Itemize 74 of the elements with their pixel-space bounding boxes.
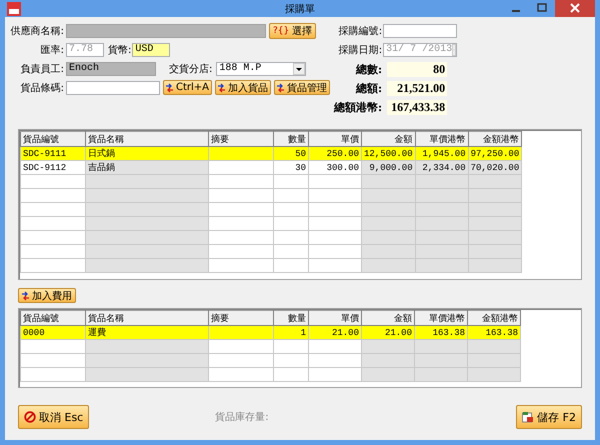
table-cell: 運費 xyxy=(86,326,208,340)
branch-label: 交貨分店: xyxy=(169,62,212,76)
column-header[interactable]: 金額港幣 xyxy=(468,310,520,326)
toolbar-button[interactable]: 貨品管理 xyxy=(274,80,330,95)
table-cell: SDC-9111 xyxy=(20,146,86,160)
barcode-field[interactable] xyxy=(66,80,160,94)
table-cell: 97,250.00 xyxy=(468,146,522,160)
table-cell: 21.00 xyxy=(308,326,362,340)
column-header[interactable]: 摘要 xyxy=(208,132,274,146)
column-header[interactable]: 單價港幣 xyxy=(414,310,468,326)
branch-dropdown[interactable]: 188 M.P xyxy=(216,62,306,76)
no-entry-icon xyxy=(24,411,36,423)
table-cell: SDC-9112 xyxy=(20,160,86,174)
po-number-field[interactable] xyxy=(383,24,458,38)
table-cell: 70,020.00 xyxy=(468,160,522,174)
staff-label: 負責員工: xyxy=(20,62,64,76)
table-cell: 吉品鍋 xyxy=(86,160,208,174)
stock-label: 貨品庫存量: xyxy=(215,410,270,424)
toolbar-button[interactable]: Ctrl+A xyxy=(163,80,212,95)
column-header[interactable]: 單價 xyxy=(308,310,362,326)
table-cell: 日式鍋 xyxy=(86,146,208,160)
total-value: 21,521.00 xyxy=(387,80,448,96)
arrows-icon xyxy=(277,82,286,92)
column-header[interactable]: 摘要 xyxy=(208,310,274,326)
column-header[interactable]: 數量 xyxy=(274,132,308,146)
save-button[interactable]: 儲存 F2 xyxy=(516,405,582,429)
po-date-label: 採購日期: xyxy=(338,44,382,57)
toolbar-button[interactable]: 加入貨品 xyxy=(215,80,272,95)
cancel-button[interactable]: 取消 Esc xyxy=(18,405,90,429)
total-label: 總額港幣: xyxy=(334,100,382,114)
table-cell: 250.00 xyxy=(308,146,362,160)
currency-field[interactable]: USD xyxy=(132,42,170,56)
total-value: 80 xyxy=(387,62,448,76)
table-cell: 300.00 xyxy=(308,160,362,174)
table-cell: 1,945.00 xyxy=(415,146,468,160)
exchange-rate-label: 匯率: xyxy=(40,44,64,56)
column-header[interactable]: 金額港幣 xyxy=(468,132,522,146)
staff-field[interactable]: Enoch xyxy=(66,62,156,76)
table-cell: 163.38 xyxy=(468,326,520,340)
select-button[interactable]: ?{} 選擇 xyxy=(269,22,316,38)
total-value: 167,433.38 xyxy=(387,100,448,114)
table-cell: 21.00 xyxy=(362,326,414,340)
table-cell: 30 xyxy=(274,160,308,174)
arrows-icon xyxy=(22,290,31,300)
supplier-label: 供應商名稱: xyxy=(10,24,64,38)
table-cell: 2,334.00 xyxy=(415,160,468,174)
document-icon xyxy=(522,411,534,423)
app-icon xyxy=(7,2,21,16)
arrows-icon xyxy=(166,82,175,92)
total-label: 總數: xyxy=(356,62,382,76)
column-header[interactable]: 金額 xyxy=(362,310,414,326)
column-header[interactable]: 貨品名稱 xyxy=(86,310,208,326)
column-header[interactable]: 貨品編號 xyxy=(20,310,86,326)
barcode-label: 貨品條碼: xyxy=(20,82,64,94)
column-header[interactable]: 單價 xyxy=(308,132,362,146)
table-cell: 9,000.00 xyxy=(362,160,416,174)
table-cell: 50 xyxy=(274,146,308,160)
column-header[interactable]: 單價港幣 xyxy=(415,132,468,146)
column-header[interactable]: 貨品編號 xyxy=(20,132,86,146)
arrows-icon xyxy=(218,82,228,92)
table-cell: 163.38 xyxy=(414,326,468,340)
currency-label: 貨幣: xyxy=(108,44,132,56)
column-header[interactable]: 數量 xyxy=(274,310,308,326)
add-fee-button[interactable]: 加入費用 xyxy=(18,288,76,303)
close-icon[interactable] xyxy=(555,0,595,17)
table-cell: 12,500.00 xyxy=(362,146,416,160)
po-number-label: 採購編號: xyxy=(338,24,382,38)
column-header[interactable]: 金額 xyxy=(362,132,416,146)
table-cell: 1 xyxy=(274,326,308,340)
column-header[interactable]: 貨品名稱 xyxy=(86,132,208,146)
caret-icon[interactable] xyxy=(293,62,306,74)
table-cell: 0000 xyxy=(20,326,86,340)
total-label: 總額: xyxy=(356,80,382,96)
window-title: 採購單 xyxy=(284,2,316,16)
